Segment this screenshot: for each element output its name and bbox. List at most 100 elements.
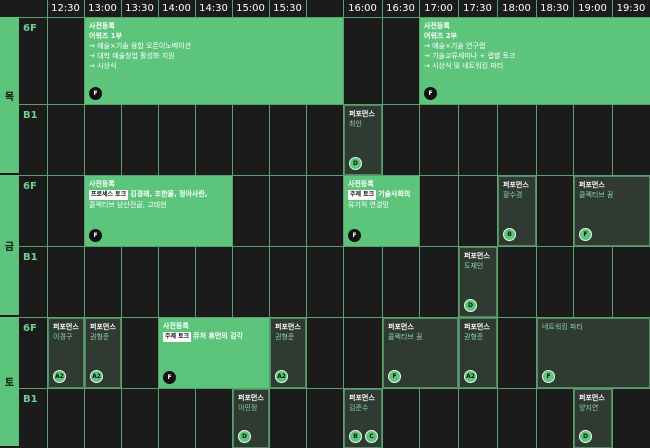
event-block[interactable]: 사전등록 프로세스 토크 김경래, 조한울, 정아사란, 콜렉티브 남산전골, 고태현… <box>85 176 232 246</box>
venue-badge: A2 <box>90 370 103 383</box>
event-block[interactable]: 사전등록 주제 토크 기술사회의 유기적 연결망 F <box>344 176 419 246</box>
venue-badge: F <box>542 370 555 383</box>
event-title: 양지연 <box>579 404 599 412</box>
event-type: 퍼포먼스 <box>464 252 490 260</box>
badge-group: F <box>388 370 401 383</box>
event-block[interactable]: 퍼포먼스콜렉티브 꿈 F <box>574 176 650 246</box>
event-title: 프로세스 토크 김경래, 조한울, 정아사란, <box>89 190 208 200</box>
event-block[interactable]: 퍼포먼스 김준수 B C <box>344 389 382 448</box>
event-title: 권형준 <box>464 333 484 341</box>
event-block[interactable]: 사전등록어워즈 1부 → 예술×기술 융합 오픈이노베이션 → 대학 예술창업 활성… <box>85 18 343 104</box>
event-detail-line: → 예술×기술 연구랩 <box>424 42 486 50</box>
event-detail-line: → 대학 예술창업 활성화 지원 <box>89 52 175 60</box>
talk-tag: 프로세스 토크 <box>89 190 129 200</box>
event-title: 도재인 <box>464 262 484 270</box>
time-header: 13:00 <box>88 3 117 14</box>
event-block[interactable]: 퍼포먼스 권형준 A2 <box>459 318 497 388</box>
badge-group: D <box>349 157 362 170</box>
schedule-grid: 12:30 13:00 13:30 14:00 14:30 15:00 15:30 16:00… <box>0 0 650 448</box>
time-header: 14:00 <box>162 3 191 14</box>
event-block[interactable]: 퍼포먼스최인 D <box>344 105 382 175</box>
event-detail-line: → 시상식 <box>89 62 117 70</box>
event-title: 김준수 <box>349 404 369 412</box>
event-type: 사전등록 <box>89 22 115 30</box>
time-header: 18:30 <box>540 3 569 14</box>
venue-badge: A2 <box>275 370 288 383</box>
event-title: 황수경 <box>503 191 523 199</box>
event-block[interactable]: 퍼포먼스 양지연 D <box>574 389 612 448</box>
event-block[interactable]: 사전등록주제 토크 뮤처 휴먼의 감각 F <box>159 318 269 388</box>
event-type: 퍼포먼스 <box>53 323 79 331</box>
venue-badge: D <box>238 430 251 443</box>
badge-group: F <box>89 87 102 100</box>
badge-group: F <box>163 371 176 384</box>
grid-line-horizontal <box>19 246 650 247</box>
event-title: 콜렉티브 꿈 <box>579 191 614 199</box>
venue-badge: D <box>464 299 477 312</box>
badge-group: A2 <box>53 370 66 383</box>
time-header: 19:00 <box>578 3 607 14</box>
event-title: 최인 <box>349 120 362 128</box>
event-type: 퍼포먼스 <box>275 323 301 331</box>
event-title: 주제 토크 뮤처 휴먼의 감각 <box>163 332 244 342</box>
event-block[interactable]: 퍼포먼스 권형준 A2 <box>85 318 121 388</box>
time-header: 16:30 <box>386 3 415 14</box>
event-block[interactable]: 퍼포먼스 황수경 B <box>498 176 536 246</box>
venue-badge: A2 <box>464 370 477 383</box>
day-label: 금 <box>0 175 19 315</box>
badge-group: A2 <box>464 370 477 383</box>
event-detail-line: → 시상식 및 네트워킹 파티 <box>424 62 504 70</box>
event-block[interactable]: 퍼포먼스콜렉티브 꿈 F <box>383 318 458 388</box>
badge-group: F <box>579 228 592 241</box>
venue-badge: D <box>349 157 362 170</box>
floor-label: 6F <box>23 323 37 334</box>
event-title: 권형준 <box>275 333 295 341</box>
time-header: 17:00 <box>424 3 453 14</box>
time-header: 19:30 <box>616 3 646 14</box>
event-type: 사전등록 <box>163 322 189 330</box>
event-type: 사전등록 <box>89 180 115 188</box>
floor-label: 6F <box>23 181 37 192</box>
event-type: 퍼포먼스 <box>388 323 414 331</box>
event-detail-line: → 예술×기술 융합 오픈이노베이션 <box>89 42 192 50</box>
badge-group: F <box>542 370 555 383</box>
event-block[interactable]: 퍼포먼스 이경구 A2 <box>48 318 84 388</box>
event-block[interactable]: 퍼포먼스도재인 D <box>459 247 497 317</box>
event-type: 퍼포먼스 <box>349 110 375 118</box>
venue-badge: F <box>348 229 361 242</box>
venue-badge: F <box>579 228 592 241</box>
venue-badge: D <box>579 430 592 443</box>
grid-line-horizontal <box>19 104 650 105</box>
event-type: 사전등록 <box>424 22 450 30</box>
venue-badge: F <box>388 370 401 383</box>
event-title: 콜렉티브 꿈 <box>388 333 423 341</box>
talk-tag: 주제 토크 <box>163 332 192 342</box>
time-header: 15:30 <box>273 3 302 14</box>
floor-label: 6F <box>23 23 37 34</box>
floor-label: B1 <box>23 110 38 121</box>
badge-group: F <box>348 229 361 242</box>
time-header: 13:30 <box>125 3 154 14</box>
venue-badge: F <box>89 87 102 100</box>
badge-group: D <box>579 430 592 443</box>
event-title: 어워즈 1부 <box>89 32 123 40</box>
venue-badge: F <box>424 87 437 100</box>
time-header: 17:30 <box>463 3 492 14</box>
venue-badge: B <box>503 228 516 241</box>
event-block[interactable]: 사전등록 어워즈 2부 → 예술×기술 연구랩 → 기술교류세미나 + 랩별 토크 → … <box>420 18 650 104</box>
time-header: 14:30 <box>199 3 228 14</box>
venue-badge: B <box>349 430 362 443</box>
event-block[interactable]: 네트워킹 파티 F <box>537 318 650 388</box>
event-block[interactable]: 퍼포먼스 이민정 D <box>233 389 269 448</box>
event-type: 퍼포먼스 <box>579 181 605 189</box>
event-block[interactable]: 퍼포먼스권형준 A2 <box>270 318 306 388</box>
time-header <box>306 0 343 17</box>
event-title: 주제 토크 기술사회의 <box>348 190 411 200</box>
event-title: 어워즈 2부 <box>424 32 458 40</box>
venue-badge: C <box>365 430 378 443</box>
badge-group: BC <box>349 430 378 443</box>
day-label: 목 <box>0 17 19 173</box>
venue-badge: A2 <box>53 370 66 383</box>
badge-group: D <box>238 430 251 443</box>
day-label: 토 <box>0 317 19 446</box>
